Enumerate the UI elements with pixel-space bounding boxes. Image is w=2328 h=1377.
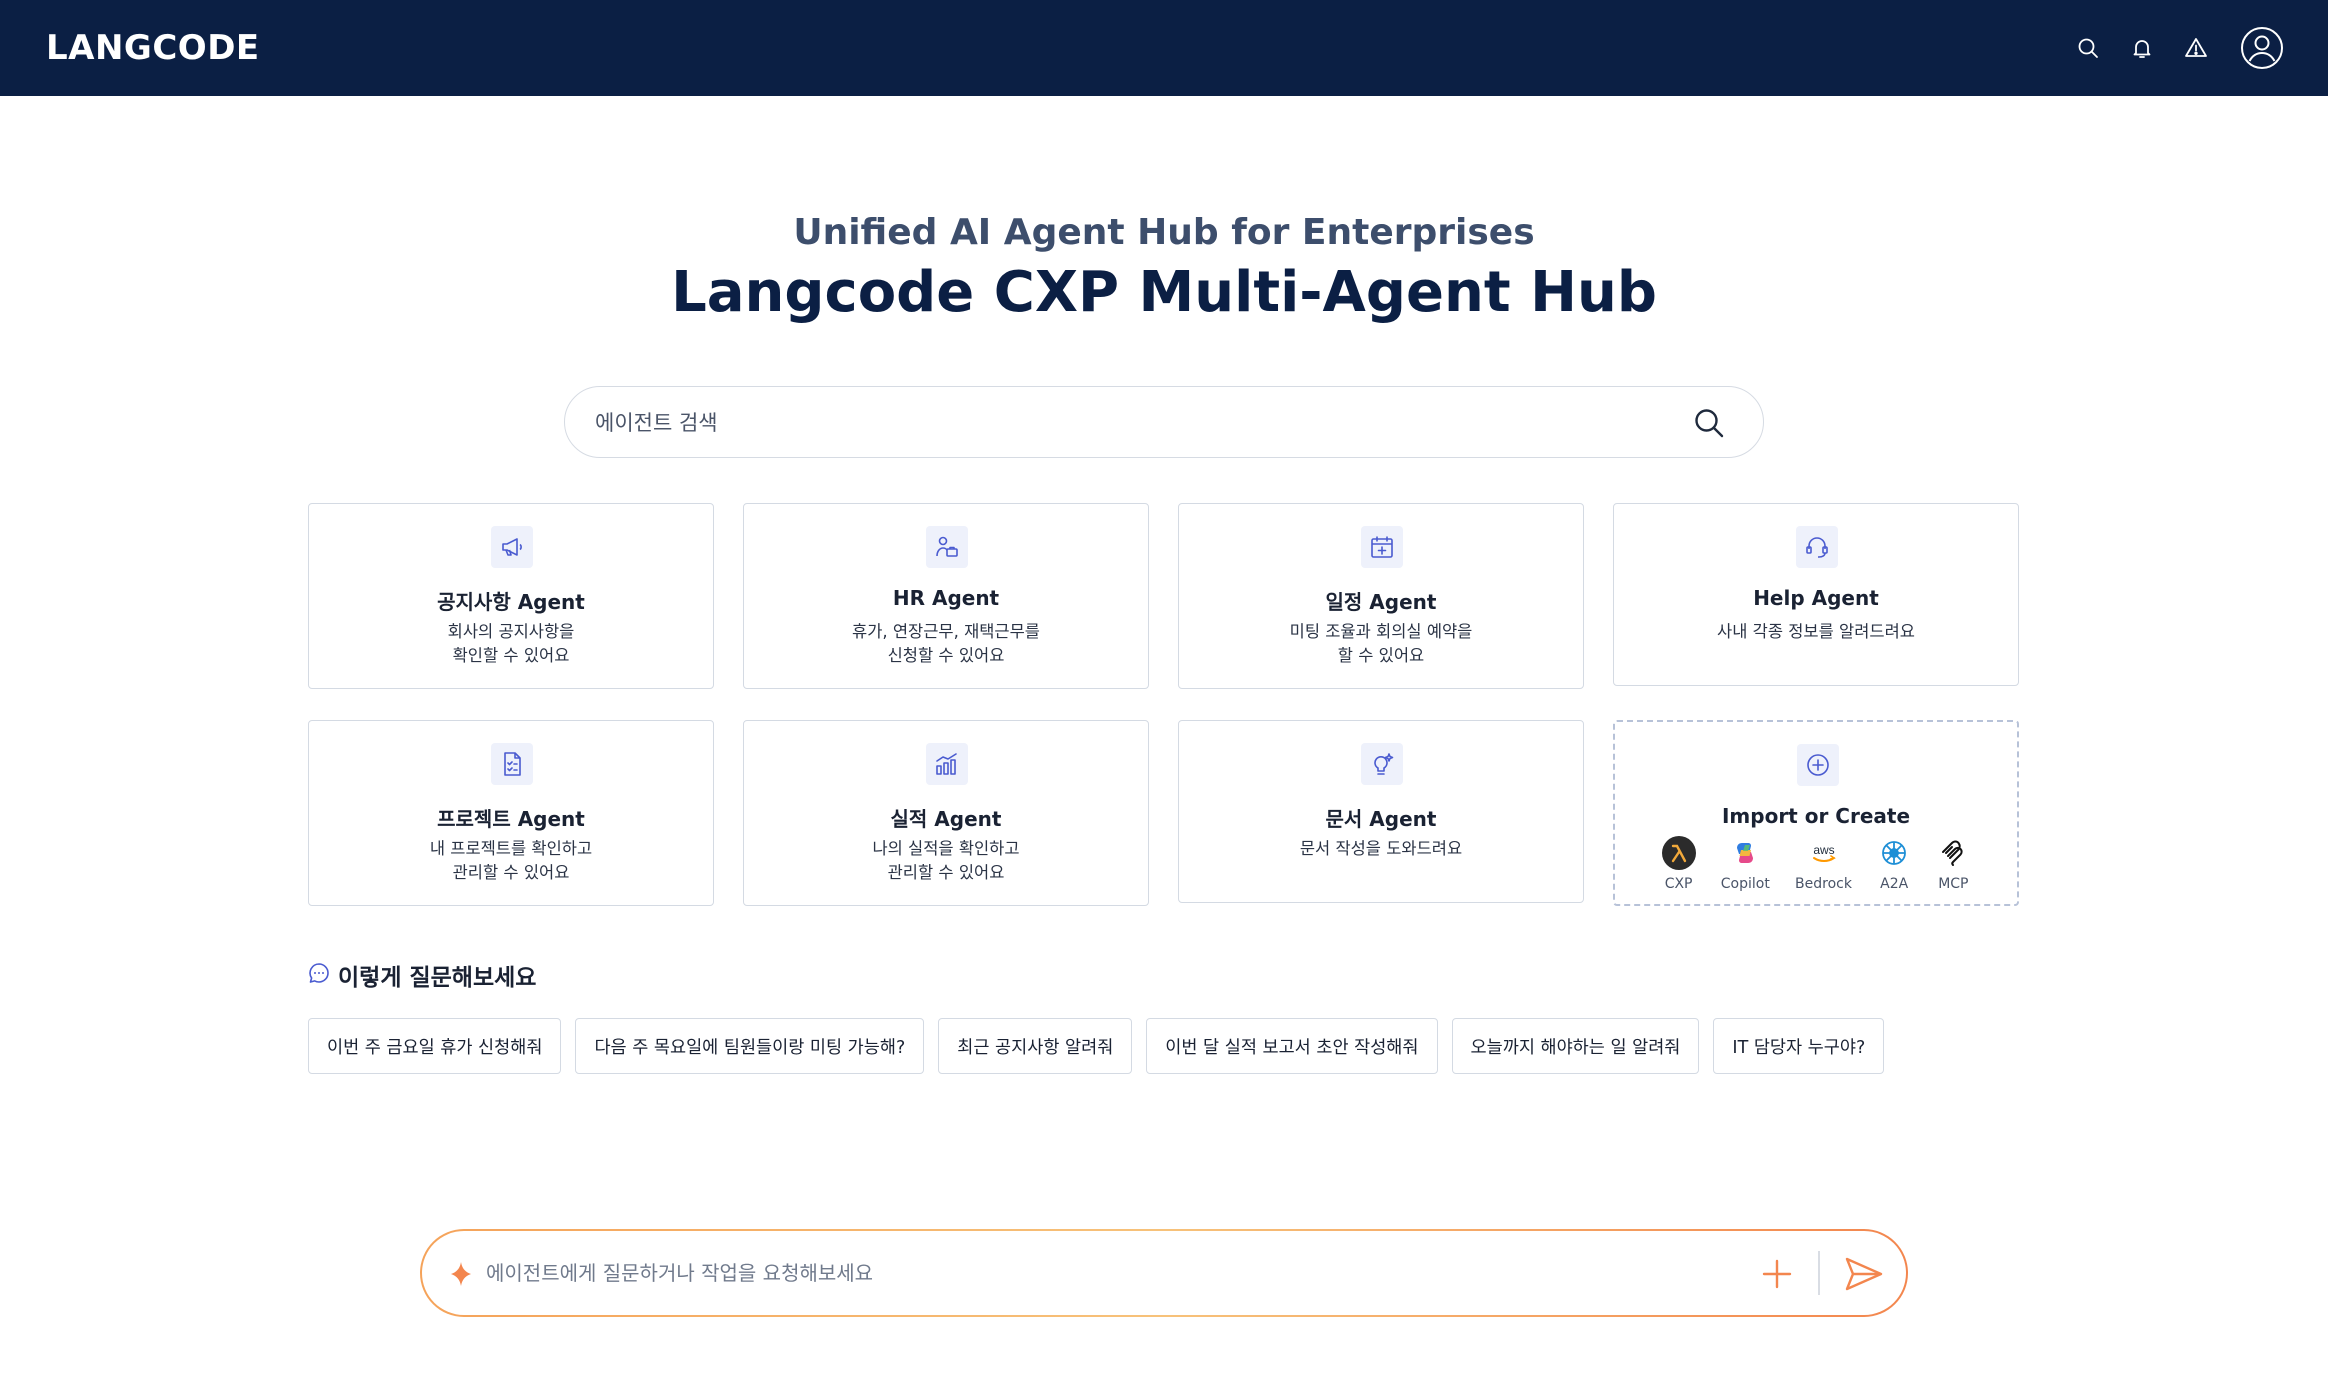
person-briefcase-icon: [926, 526, 968, 568]
bell-icon[interactable]: [2122, 28, 2162, 68]
suggestion-chip[interactable]: 이번 주 금요일 휴가 신청해줘: [308, 1018, 562, 1074]
user-icon[interactable]: [2238, 24, 2286, 72]
hero-subtitle: Unified AI Agent Hub for Enterprises: [793, 212, 1535, 253]
search-icon[interactable]: [2068, 28, 2108, 68]
agent-name: 실적 Agent: [890, 807, 1002, 831]
provider-bedrock[interactable]: aws Bedrock: [1795, 836, 1852, 892]
agent-description: 회사의 공지사항을 확인할 수 있어요: [447, 622, 575, 665]
agent-description: 내 프로젝트를 확인하고 관리할 수 있어요: [429, 839, 593, 882]
agent-card-performance[interactable]: 실적 Agent 나의 실적을 확인하고 관리할 수 있어요: [743, 720, 1149, 906]
agent-card-project[interactable]: 프로젝트 Agent 내 프로젝트를 확인하고 관리할 수 있어요: [308, 720, 714, 906]
agent-name: HR Agent: [892, 586, 1000, 610]
provider-label: Bedrock: [1795, 876, 1852, 892]
provider-list: CXP Copilot aws Bedrock A2A MCP: [1649, 836, 1983, 892]
chat-input-bar: [420, 1229, 1908, 1317]
agent-search-bar: [564, 386, 1764, 458]
provider-cxp[interactable]: CXP: [1661, 836, 1696, 892]
agent-description: 미팅 조율과 회의실 예약을 할 수 있어요: [1289, 622, 1473, 665]
suggestion-chip[interactable]: 최근 공지사항 알려줘: [938, 1018, 1133, 1074]
lightbulb-sparkle-icon: [1361, 743, 1403, 785]
provider-mcp[interactable]: MCP: [1936, 836, 1970, 892]
provider-label: CXP: [1664, 876, 1693, 892]
agent-name: 프로젝트 Agent: [437, 807, 585, 831]
provider-label: Copilot: [1720, 876, 1770, 892]
provider-copilot[interactable]: Copilot: [1721, 836, 1770, 892]
mcp-icon: [1936, 836, 1970, 870]
import-card-title: Import or Create: [1721, 804, 1911, 828]
send-icon[interactable]: [1844, 1255, 1884, 1298]
suggestion-chip[interactable]: 오늘까지 해야하는 일 알려줘: [1451, 1018, 1700, 1074]
agent-name: 문서 Agent: [1325, 807, 1437, 831]
copilot-icon: [1728, 836, 1762, 870]
chat-divider: [1818, 1251, 1820, 1295]
agent-card-hr[interactable]: HR Agent 휴가, 연장근무, 재택근무를 신청할 수 있어요: [743, 503, 1149, 689]
provider-label: MCP: [1938, 876, 1969, 892]
import-or-create-card[interactable]: Import or Create CXP Copilot aws Bedrock…: [1613, 720, 2019, 906]
agent-description: 사내 각종 정보를 알려드려요: [1717, 622, 1915, 641]
agent-card-schedule[interactable]: 일정 Agent 미팅 조율과 회의실 예약을 할 수 있어요: [1178, 503, 1584, 689]
svg-text:aws: aws: [1813, 843, 1834, 857]
search-icon[interactable]: [1693, 407, 1725, 439]
suggestions-header: 이렇게 질문해보세요: [308, 958, 536, 992]
suggestion-chips: 이번 주 금요일 휴가 신청해줘 다음 주 목요일에 팀원들이랑 미팅 가능해?…: [308, 1018, 1885, 1074]
calendar-plus-icon: [1361, 526, 1403, 568]
a2a-icon: [1877, 836, 1911, 870]
suggestions-title: 이렇게 질문해보세요: [338, 965, 537, 991]
alert-icon[interactable]: [2176, 28, 2216, 68]
megaphone-icon: [491, 526, 533, 568]
chat-input[interactable]: [486, 1253, 1526, 1293]
page-title: Langcode CXP Multi-Agent Hub: [671, 260, 1657, 325]
chat-bubble-icon: [308, 962, 330, 989]
add-attachment-icon[interactable]: [1760, 1257, 1794, 1296]
agent-card-notice[interactable]: 공지사항 Agent 회사의 공지사항을 확인할 수 있어요: [308, 503, 714, 689]
suggestion-chip[interactable]: 이번 달 실적 보고서 초안 작성해줘: [1146, 1018, 1438, 1074]
headset-icon: [1796, 526, 1838, 568]
agent-card-document[interactable]: 문서 Agent 문서 작성을 도와드려요: [1178, 720, 1584, 903]
agent-card-help[interactable]: Help Agent 사내 각종 정보를 알려드려요: [1613, 503, 2019, 686]
suggestion-chip[interactable]: 다음 주 목요일에 팀원들이랑 미팅 가능해?: [575, 1018, 925, 1074]
agent-name: 공지사항 Agent: [437, 590, 585, 614]
agent-name: Help Agent: [1753, 586, 1879, 610]
checklist-document-icon: [491, 743, 533, 785]
top-navigation-bar: LANGCODE: [0, 0, 2328, 96]
lambda-icon: [1661, 836, 1696, 870]
plus-circle-icon: [1797, 744, 1839, 786]
agent-description: 문서 작성을 도와드려요: [1299, 839, 1463, 858]
agent-search-input[interactable]: [595, 401, 1655, 445]
bar-chart-icon: [926, 743, 968, 785]
provider-label: A2A: [1880, 876, 1909, 892]
brand-logo[interactable]: LANGCODE: [46, 28, 260, 68]
suggestion-chip[interactable]: IT 담당자 누구야?: [1713, 1018, 1885, 1074]
provider-a2a[interactable]: A2A: [1877, 836, 1911, 892]
agent-description: 나의 실적을 확인하고 관리할 수 있어요: [872, 839, 1020, 882]
sparkle-icon: [448, 1259, 474, 1294]
aws-icon: aws: [1807, 836, 1841, 870]
agent-name: 일정 Agent: [1325, 590, 1437, 614]
agent-description: 휴가, 연장근무, 재택근무를 신청할 수 있어요: [852, 622, 1040, 665]
